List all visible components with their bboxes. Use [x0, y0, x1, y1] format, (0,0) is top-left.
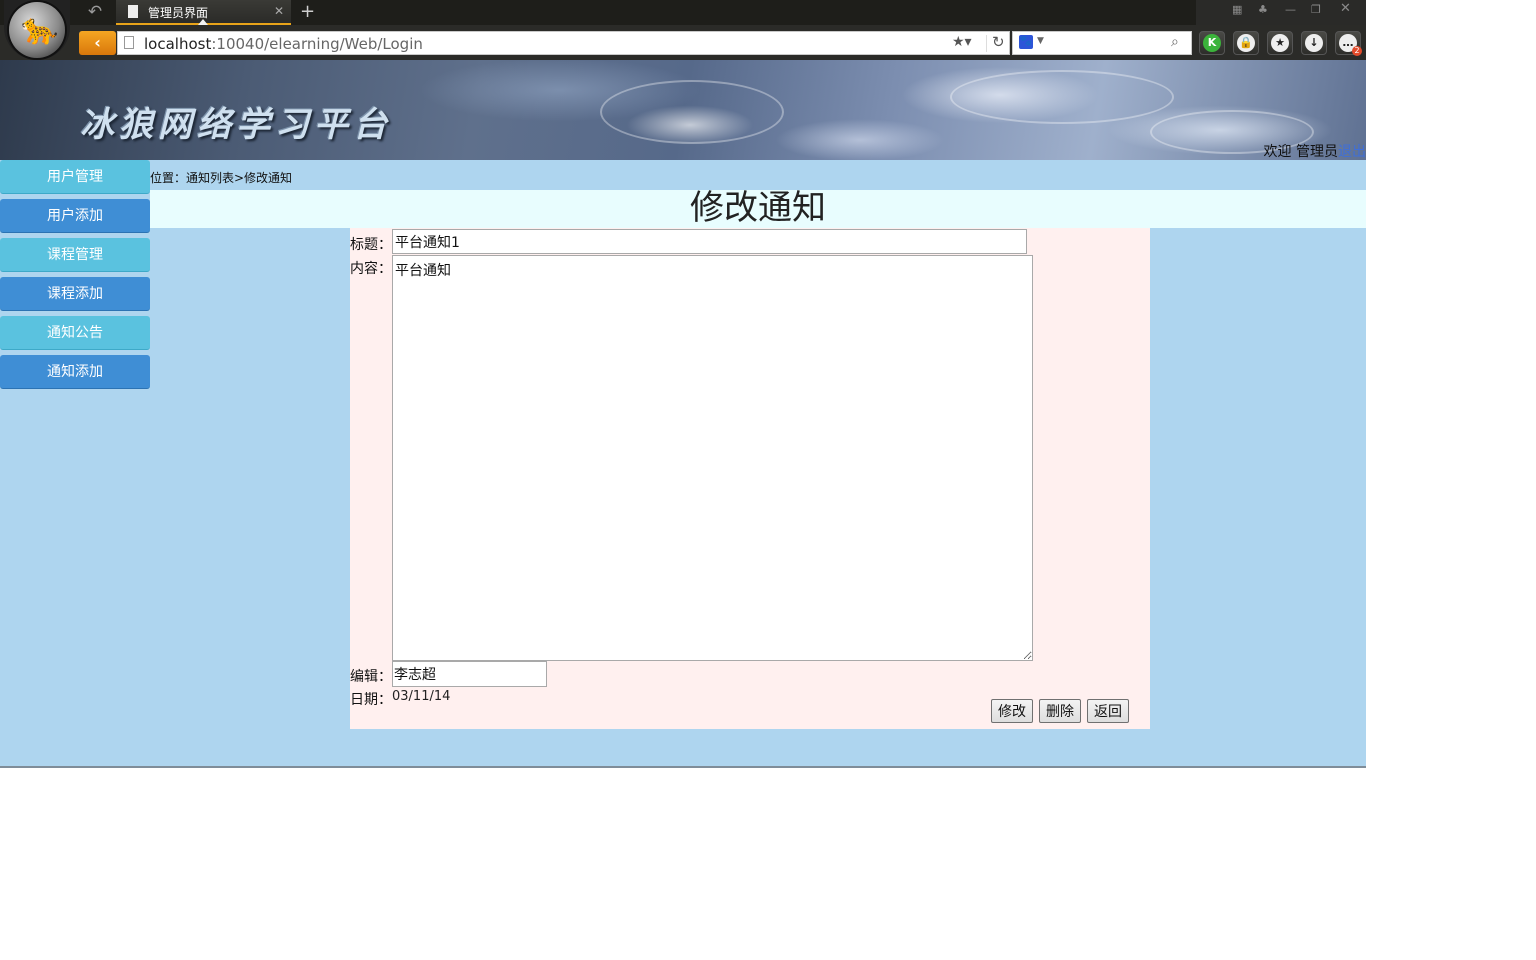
- download-button[interactable]: ↓: [1301, 31, 1327, 55]
- search-engine-icon[interactable]: 🐾: [1019, 35, 1033, 49]
- logout-link[interactable]: 退出: [1338, 144, 1366, 160]
- browser-tab[interactable]: 管理员界面 ✕: [116, 0, 291, 25]
- sidebar-item-user-management[interactable]: 用户管理: [0, 160, 150, 194]
- search-bar[interactable]: 🐾 ▼ ⌕: [1012, 31, 1192, 55]
- tab-indicator: [198, 19, 208, 25]
- page-bottom-border: [0, 766, 1366, 768]
- minimize-icon[interactable]: —: [1285, 3, 1296, 16]
- k-icon: K: [1203, 34, 1221, 52]
- notification-badge: 2: [1352, 46, 1362, 56]
- tile-icon[interactable]: ▦: [1232, 3, 1242, 16]
- reload-icon[interactable]: ↻: [992, 33, 1005, 51]
- sidebar-item-notice-add[interactable]: 通知添加: [0, 355, 150, 389]
- welcome-text: 欢迎 管理员: [1263, 144, 1338, 160]
- site-title: 冰狼网络学习平台: [80, 105, 392, 145]
- lock-button[interactable]: 🔒: [1233, 31, 1259, 55]
- title-label: 标题：: [350, 237, 392, 253]
- download-icon: ↓: [1305, 34, 1323, 52]
- close-window-icon[interactable]: ✕: [1340, 1, 1351, 16]
- bookmark-star-icon[interactable]: ★▾: [952, 34, 972, 50]
- page-icon: [128, 5, 138, 18]
- close-icon[interactable]: ✕: [274, 4, 284, 18]
- page-title: 修改通知: [690, 188, 826, 228]
- chevron-down-icon[interactable]: ▼: [1037, 36, 1044, 46]
- skin-icon[interactable]: ♣: [1258, 3, 1268, 16]
- editor-label: 编辑：: [350, 669, 392, 685]
- editor-input[interactable]: [392, 661, 547, 687]
- page-icon: [124, 36, 134, 49]
- divider: [986, 35, 987, 52]
- sidebar-item-course-add[interactable]: 课程添加: [0, 277, 150, 311]
- url-text: localhost:10040/elearning/Web/Login: [144, 35, 423, 53]
- sidebar-item-user-add[interactable]: 用户添加: [0, 199, 150, 233]
- content-label: 内容：: [350, 261, 392, 277]
- undo-close-tab-icon[interactable]: ↶: [82, 2, 108, 22]
- back-button-form[interactable]: 返回: [1087, 699, 1129, 723]
- restore-icon[interactable]: ❐: [1311, 3, 1321, 16]
- address-bar[interactable]: localhost:10040/elearning/Web/Login ★▾ ↻: [117, 31, 1010, 55]
- back-button[interactable]: ‹: [79, 31, 116, 55]
- new-tab-button[interactable]: +: [300, 1, 315, 22]
- welcome-message: 欢迎 管理员退出: [1264, 141, 1366, 161]
- extension-k-button[interactable]: K: [1199, 31, 1225, 55]
- breadcrumb: 位置：通知列表>修改通知: [150, 171, 293, 185]
- cheetah-logo-icon: 🐆: [9, 2, 65, 58]
- date-label: 日期：: [350, 692, 392, 708]
- sidebar-item-notices[interactable]: 通知公告: [0, 316, 150, 350]
- title-input[interactable]: [392, 229, 1027, 254]
- date-value: 03/11/14: [392, 689, 451, 704]
- sidebar-item-course-management[interactable]: 课程管理: [0, 238, 150, 272]
- favorites-button[interactable]: ★: [1267, 31, 1293, 55]
- modify-button[interactable]: 修改: [991, 699, 1033, 723]
- lock-icon: 🔒: [1237, 34, 1255, 52]
- content-textarea[interactable]: 平台通知: [392, 255, 1033, 661]
- star-icon: ★: [1271, 34, 1289, 52]
- delete-button[interactable]: 删除: [1039, 699, 1081, 723]
- search-icon[interactable]: ⌕: [1171, 34, 1179, 50]
